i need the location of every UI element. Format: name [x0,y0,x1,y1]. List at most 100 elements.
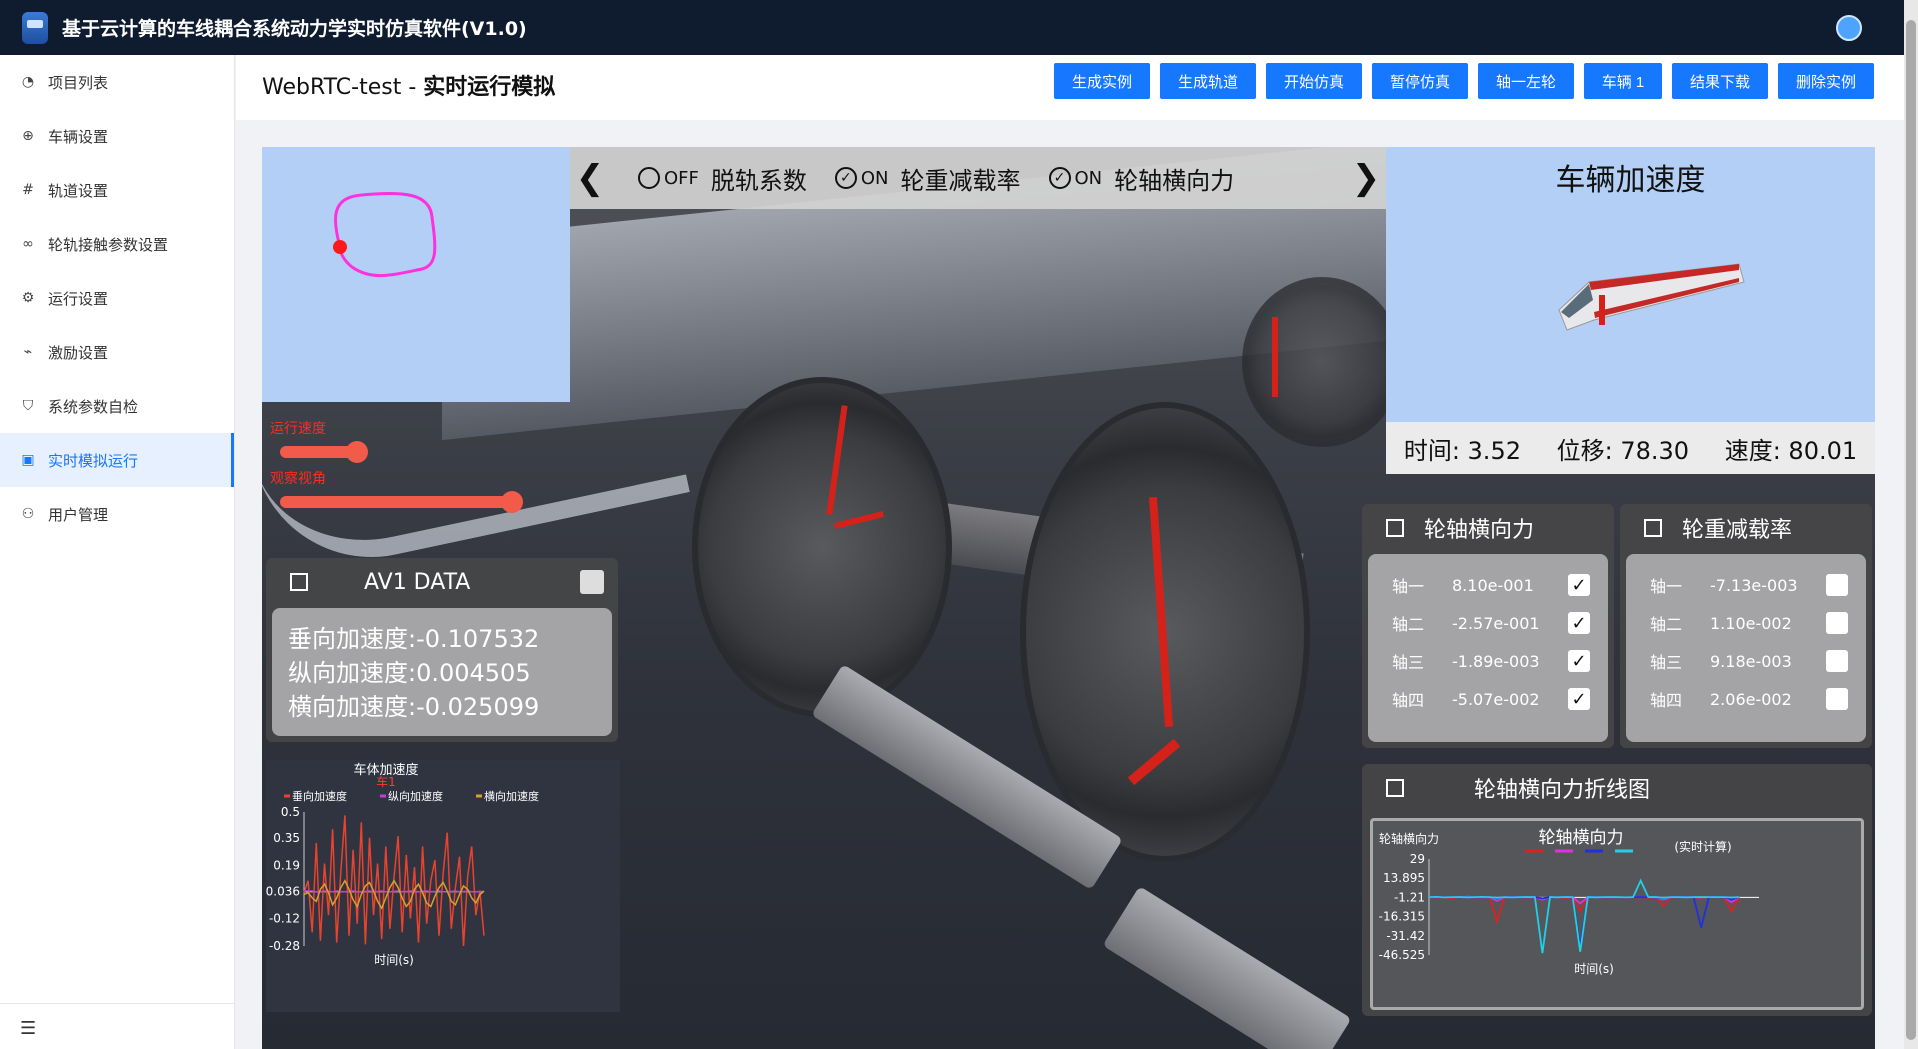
expand-icon[interactable] [1386,779,1404,797]
axle-checkbox[interactable] [1826,650,1848,672]
axle-value: -2.57e-001 [1452,613,1540,633]
dashboard-icon: ◔ [21,74,35,90]
sidebar-item[interactable]: ⚇ 用户管理 [0,487,234,541]
lateral-accel-value: 横向加速度:-0.025099 [288,693,540,721]
scrollbar-thumb[interactable] [1906,20,1916,1040]
axle-name: 轴四 [1650,691,1683,710]
expand-icon[interactable] [1644,519,1662,537]
av1-toggle-checkbox[interactable] [580,570,604,594]
axle-name: 轴一 [1650,577,1683,596]
sidebar-item[interactable]: ⊕ 车辆设置 [0,109,234,163]
collapse-menu-icon[interactable]: ☰ [20,1018,36,1039]
y-tick-label: -0.28 [269,939,300,953]
list-item: 轴一 8.10e-001 ✓ [1368,566,1608,604]
axle-name: 轴三 [1392,653,1425,672]
axle-checkbox[interactable] [1826,574,1848,596]
sidebar-item-label: 激励设置 [48,343,109,362]
indicator-toggle[interactable]: ✓ ON 轮轴横向力 [1048,161,1234,196]
toolbar-button[interactable]: 车辆 1 [1584,63,1662,99]
next-arrow-icon[interactable]: ❯ [1346,158,1386,198]
toggle-state: ON [860,167,889,189]
sidebar-item-label: 用户管理 [48,505,109,524]
sleeper [1102,886,1352,1049]
legend-label: 垂向加速度 [292,789,347,803]
view-sliders: 运行速度 观察视角 [262,402,570,542]
wheel-unload-list: 轴一 -7.13e-003 轴二 1.10e-002 轴三 9.18e-003 轴四 2.06… [1626,554,1866,742]
indicator-toggle[interactable]: ✓ ON 轮重减载率 [834,161,1021,196]
y-tick-label: 29 [1410,852,1425,866]
page-title: WebRTC-test - 实时运行模拟 [262,69,555,101]
list-item: 轴三 9.18e-003 [1626,642,1866,680]
axle-value: -1.89e-003 [1452,651,1540,671]
axle-checkbox[interactable]: ✓ [1568,612,1590,634]
sidebar-item[interactable]: # 轨道设置 [0,163,234,217]
sidebar-item[interactable]: ⚙ 运行设置 [0,271,234,325]
empty-circle-icon[interactable] [638,167,660,189]
project-name: WebRTC-test - [262,75,424,100]
view-slider-thumb[interactable] [501,491,523,513]
legend-label: 纵向加速度 [388,789,443,803]
axle-name: 轴二 [1650,615,1683,634]
expand-icon[interactable] [1386,519,1404,537]
vehicle-accel-panel: 车辆加速度 [1386,147,1875,422]
line-chart-icon: ⌁ [23,344,33,360]
axle-lateral-force-panel: 轮轴横向力 轴一 8.10e-001 ✓ 轴二 -2.57e-001 ✓ 轴三 -1.89e-… [1362,504,1614,748]
sidebar-item[interactable]: ▣ 实时模拟运行 [0,433,234,487]
sidebar-item-label: 轨道设置 [48,181,109,200]
slider-label-speed: 运行速度 [270,421,326,437]
sidebar-item[interactable]: ⛉ 系统参数自检 [0,379,234,433]
y-tick-label: 0.19 [273,858,300,872]
toolbar-button[interactable]: 开始仿真 [1266,63,1362,99]
app-logo-icon [22,11,48,44]
toolbar-button[interactable]: 删除实例 [1778,63,1874,99]
globe-icon: ⊕ [22,128,34,144]
indicator-toggle[interactable]: OFF 脱轨系数 [638,161,807,196]
axle-name: 轴四 [1392,691,1425,710]
toolbar-button[interactable]: 轴一左轮 [1478,63,1574,99]
list-item: 轴四 2.06e-002 [1626,680,1866,718]
axle-force-chart-panel: 轮轴横向力折线图 轮轴横向力 (实时计算) 29 13.895 -1.21 -16.315… [1362,764,1872,1016]
vertical-accel-value: 垂向加速度:-0.107532 [288,625,540,653]
toolbar-button[interactable]: 生成实例 [1054,63,1150,99]
view-slider-track[interactable] [280,496,512,508]
axle-checkbox[interactable] [1826,688,1848,710]
sidebar-item[interactable]: ⌁ 激励设置 [0,325,234,379]
axle-checkbox[interactable]: ✓ [1568,688,1590,710]
check-circle-icon[interactable]: ✓ [834,167,857,189]
y-tick-label: -16.315 [1379,910,1425,924]
axle-checkbox[interactable] [1826,612,1848,634]
user-avatar-icon[interactable] [1836,15,1862,41]
toolbar-button[interactable]: 暂停仿真 [1372,63,1468,99]
train-model-image [1558,263,1745,331]
toggle-state: OFF [664,167,699,189]
y-tick-label: -46.525 [1379,948,1425,962]
sidebar-item-label: 运行设置 [48,289,109,308]
axle-value: 1.10e-002 [1710,613,1792,633]
sidebar-item-label: 轮轨接触参数设置 [48,235,169,254]
axle-checkbox[interactable]: ✓ [1568,574,1590,596]
x-axis-label: 时间(s) [374,953,414,967]
check-circle-icon[interactable]: ✓ [1048,167,1071,189]
gear-icon: ⚙ [21,290,35,306]
toolbar-button[interactable]: 生成轨道 [1160,63,1256,99]
sidebar-item[interactable]: ◔ 项目列表 [0,55,234,109]
app-title: 基于云计算的车线耦合系统动力学实时仿真软件(V1.0) [62,18,527,40]
chart-subtitle: 车1 [376,774,396,789]
expand-icon[interactable] [290,573,308,591]
y-tick-label: -31.42 [1386,929,1425,943]
prev-arrow-icon[interactable]: ❮ [570,158,610,198]
wheel-rear [1242,277,1402,447]
page-scrollbar[interactable] [1904,0,1918,1049]
force-arrow [1272,317,1278,397]
list-item: 轴一 -7.13e-003 [1626,566,1866,604]
sidebar-item[interactable]: ∞ 轮轨接触参数设置 [0,217,234,271]
speed-slider-thumb[interactable] [346,441,368,463]
link-icon: ∞ [22,236,34,252]
chart-subtitle: (实时计算) [1674,839,1731,854]
toolbar-button[interactable]: 结果下载 [1672,63,1768,99]
axle-checkbox[interactable]: ✓ [1568,650,1590,672]
vehicle-accel-title: 车辆加速度 [1555,163,1706,198]
sidebar-item-label: 实时模拟运行 [48,451,139,470]
track-minimap [262,147,570,402]
slider-label-view: 观察视角 [270,471,326,487]
